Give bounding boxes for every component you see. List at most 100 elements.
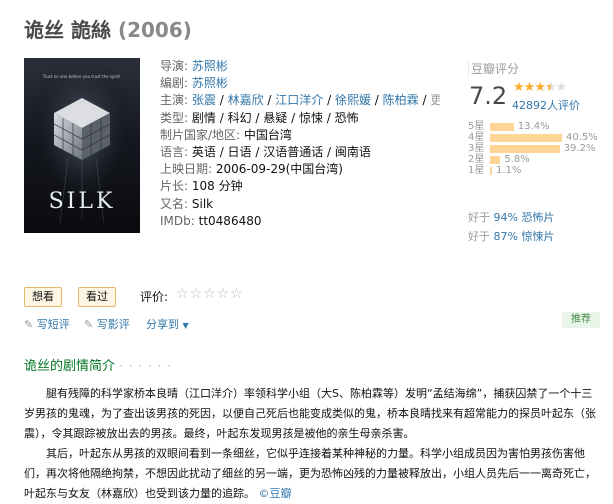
info-release: 上映日期: 2006-09-29(中国台湾) [160, 161, 440, 178]
writer-link[interactable]: 苏照彬 [192, 76, 228, 90]
genre-value: 科幻 [227, 110, 252, 125]
poster-tagline: Trust no one before you trust the spirit… [42, 74, 122, 79]
info-country: 制片国家/地区: 中国台湾 [160, 127, 440, 144]
rating-dist-label: 1星 [468, 165, 485, 176]
write-short-review-link[interactable]: ✎ 写短评 [24, 316, 70, 332]
genre-value: 惊悚 [298, 110, 323, 125]
star-empty-icon: ★ [555, 80, 568, 95]
release-label: 上映日期: [160, 162, 213, 177]
want-to-watch-button[interactable]: 想看 [24, 287, 62, 307]
rating-dist-pct: 5.8% [504, 154, 530, 165]
cast-link[interactable]: 张震 [192, 93, 216, 107]
release-value: 2006-09-29(中国台湾) [215, 162, 343, 177]
rating-score: 7.2 [469, 82, 508, 110]
rating-dist-label: 4星 [468, 132, 485, 143]
pencil-icon: ✎ [84, 318, 94, 331]
poster-artwork: SILK Trust no one before you trust the s… [24, 58, 140, 233]
info-imdb: IMDb: tt0486480 [160, 213, 440, 230]
rating-dist-pct: 39.2% [563, 143, 596, 154]
star-icon: ★ [534, 80, 546, 95]
better-prefix: 好于 [468, 211, 494, 224]
rating-dist-bar [490, 167, 492, 175]
aka-label: 又名: [160, 196, 189, 211]
writer-label: 编剧: [160, 76, 189, 91]
rating-dist-label: 3星 [468, 143, 485, 154]
poster-logo: SILK [49, 189, 116, 214]
movie-title: 诡丝 詭絲 (2006) [24, 14, 192, 43]
better-than-horror: 好于 94% 恐怖片 [468, 209, 554, 225]
rating-dist-pct: 40.5% [566, 132, 598, 143]
info-director: 导演: 苏照彬 [160, 58, 440, 75]
better-than-thriller: 好于 87% 惊悚片 [468, 228, 554, 244]
genre-label: 类型: [160, 110, 189, 125]
movie-title-main: 诡丝 詭絲 [24, 18, 111, 42]
cast-link[interactable]: 徐熙媛 [335, 93, 371, 107]
genre-value: 剧情 [191, 110, 216, 125]
douban-credit-link[interactable]: ©豆瓣 [259, 487, 292, 500]
movie-info: 导演: 苏照彬 编剧: 苏照彬 主演: 张震 / 林嘉欣 / 江口洋介 / 徐熙… [160, 58, 440, 230]
info-cast: 主演: 张震 / 林嘉欣 / 江口洋介 / 徐熙媛 / 陈柏霖 / 更多... [160, 92, 440, 109]
movie-poster[interactable]: SILK Trust no one before you trust the s… [24, 58, 140, 233]
better-pct-link[interactable]: 94% [494, 211, 518, 224]
write-review-link[interactable]: ✎ 写影评 [84, 316, 130, 332]
better-genre-link[interactable]: 恐怖片 [521, 211, 554, 224]
director-label: 导演: [160, 59, 189, 73]
info-language: 语言: 英语 / 日语 / 汉语普通话 / 闽南语 [160, 144, 440, 161]
imdb-label: IMDb: [160, 213, 195, 228]
info-aka: 又名: Silk [160, 196, 440, 213]
info-writer: 编剧: 苏照彬 [160, 75, 440, 92]
star-icon: ★ [523, 80, 536, 95]
synopsis-paragraph: 腿有残障的科学家桥本良晴（江口洋介）率领科学小组（大S、陈柏霖等）发明“孟结海绵… [24, 387, 596, 440]
star-icon: ★ [513, 80, 525, 95]
rating-dist-pct: 1.1% [496, 165, 522, 176]
recommend-button[interactable]: 推荐 [562, 312, 600, 328]
synopsis-heading: 诡丝的剧情简介 · · · · · · [24, 355, 172, 374]
rating-dist-label: 2星 [468, 154, 485, 165]
cast-link[interactable]: 林嘉欣 [228, 93, 264, 107]
better-genre-link[interactable]: 惊悚片 [521, 230, 554, 243]
rating-stars: ★★★★★ [513, 80, 568, 95]
write-short-review-label: 写短评 [36, 318, 70, 331]
country-label: 制片国家/地区: [160, 127, 241, 142]
cast-link[interactable]: 陈柏霖 [383, 93, 419, 107]
better-prefix: 好于 [468, 230, 494, 243]
synopsis-dots: · · · · · · [119, 359, 173, 373]
share-dropdown[interactable]: 分享到 ▼ [146, 316, 189, 332]
chevron-down-icon: ▼ [182, 321, 189, 330]
synopsis-paragraph-2: 其后，叶起东从男孩的双眼间看到一条细丝，它似乎连接着某种神秘的力量。科学小组成员… [24, 444, 602, 504]
star-half-icon: ★ [544, 80, 557, 95]
aka-value: Silk [191, 196, 214, 211]
better-pct-link[interactable]: 87% [494, 230, 518, 243]
genre-value: 悬疑 [263, 110, 288, 125]
info-runtime: 片长: 108 分钟 [160, 178, 440, 195]
rating-dist-bar [490, 134, 562, 142]
rating-dist-pct: 13.4% [517, 121, 550, 132]
runtime-value: 108 分钟 [191, 179, 243, 194]
rating-dist-bar [490, 123, 514, 131]
rating-panel: 豆瓣评分 7.2 ★★★★★ 42892人评价 [468, 60, 599, 112]
director-link[interactable]: 苏照彬 [192, 59, 228, 73]
imdb-value: tt0486480 [198, 213, 262, 228]
synopsis-title: 诡丝的剧情简介 [24, 359, 116, 374]
rate-label: 评价: [140, 290, 169, 304]
language-label: 语言: [160, 145, 189, 160]
genre-value: 恐怖 [334, 110, 359, 125]
write-review-label: 写影评 [96, 318, 130, 331]
runtime-label: 片长: [160, 179, 189, 194]
rating-dist-label: 5星 [468, 121, 485, 132]
country-value: 中国台湾 [243, 127, 292, 142]
watched-button[interactable]: 看过 [78, 287, 116, 307]
cast-more-link[interactable]: 更多... [430, 93, 440, 107]
rating-dist-bar [490, 145, 560, 153]
share-label: 分享到 [146, 318, 179, 331]
rating-votes-link[interactable]: 42892人评价 [512, 97, 580, 113]
language-value: 英语 / 日语 / 汉语普通话 / 闽南语 [191, 145, 371, 160]
rate-stars-input[interactable]: ☆☆☆☆☆ [176, 286, 244, 302]
rating-header: 豆瓣评分 [471, 62, 520, 76]
cast-link[interactable]: 江口洋介 [275, 93, 323, 107]
cast-label: 主演: [160, 93, 189, 108]
rating-dist-bar [490, 156, 501, 164]
pencil-icon: ✎ [24, 318, 34, 331]
info-genre: 类型: 剧情 / 科幻 / 悬疑 / 惊悚 / 恐怖 [160, 110, 359, 125]
synopsis-paragraph-text: 其后，叶起东从男孩的双眼间看到一条细丝，它似乎连接着某种神秘的力量。科学小组成员… [24, 447, 596, 500]
